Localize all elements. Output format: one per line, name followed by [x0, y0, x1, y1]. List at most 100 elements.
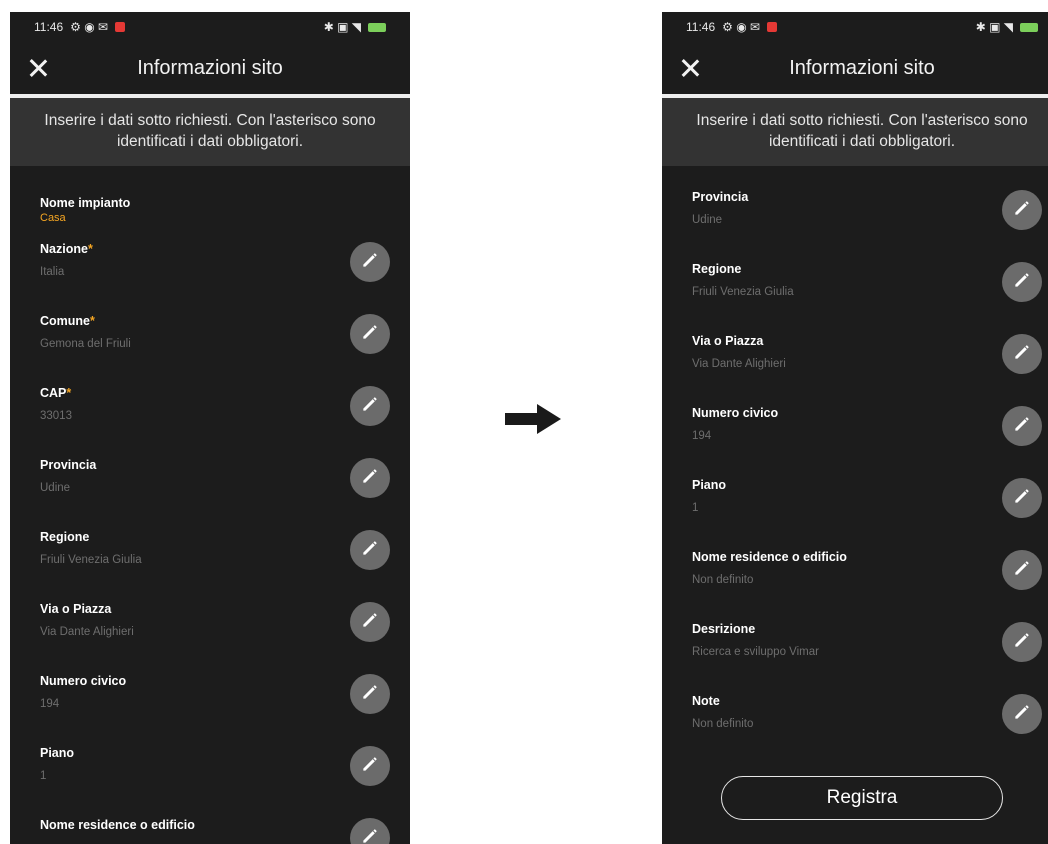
- field-label: Desrizione: [692, 622, 755, 636]
- field-label-text: Regione: [692, 262, 742, 276]
- form-row: Nome residence o edificio Non definito: [692, 544, 1048, 616]
- edit-button[interactable]: [350, 458, 390, 498]
- field-value: Non definito: [692, 574, 754, 586]
- form-row: CAP* 33013: [40, 380, 410, 452]
- field-label-text: Nome residence o edificio: [692, 550, 847, 564]
- field-label: Nazione*: [40, 242, 93, 256]
- field-list: Provincia Udine Regione Friuli Venezia Giul…: [662, 166, 1048, 760]
- form-row: Nome residence o edificio: [40, 812, 410, 844]
- form-row: Regione Friuli Venezia Giulia: [40, 524, 410, 596]
- edit-button[interactable]: [350, 314, 390, 354]
- field-value: Casa: [40, 212, 66, 224]
- status-right-icons: ✱ ▣ ◥: [323, 20, 361, 34]
- status-time: 11:46: [34, 20, 64, 34]
- field-label: Via o Piazza: [692, 334, 763, 348]
- field-label-text: Nome residence o edificio: [40, 818, 195, 832]
- field-value: Non definito: [692, 718, 754, 730]
- field-label-text: Nazione: [40, 242, 88, 256]
- edit-button[interactable]: [1002, 694, 1042, 734]
- page-title: Informazioni sito: [789, 56, 935, 79]
- field-label-text: Note: [692, 694, 720, 708]
- field-label-text: Comune: [40, 314, 90, 328]
- pencil-icon: [360, 394, 380, 419]
- form-row: Provincia Udine: [692, 184, 1048, 256]
- pencil-icon: [360, 250, 380, 275]
- edit-button[interactable]: [1002, 622, 1042, 662]
- field-value: Ricerca e sviluppo Vimar: [692, 646, 819, 658]
- status-left-icons: ⚙ ◉ ✉: [70, 20, 109, 34]
- pencil-icon: [360, 610, 380, 635]
- field-value: 1: [40, 770, 47, 782]
- pencil-icon: [360, 682, 380, 707]
- pencil-icon: [1012, 486, 1032, 511]
- status-time: 11:46: [686, 20, 716, 34]
- edit-button[interactable]: [1002, 478, 1042, 518]
- app-bar: Informazioni sito: [10, 42, 410, 98]
- form-row: Nazione* Italia: [40, 236, 410, 308]
- pencil-icon: [1012, 414, 1032, 439]
- edit-button[interactable]: [350, 674, 390, 714]
- field-value: Italia: [40, 266, 65, 278]
- site-name-row: Nome impianto Casa: [40, 190, 410, 236]
- form-row: Provincia Udine: [40, 452, 410, 524]
- edit-button[interactable]: [350, 602, 390, 642]
- edit-button[interactable]: [350, 242, 390, 282]
- edit-button[interactable]: [1002, 334, 1042, 374]
- edit-button[interactable]: [350, 818, 390, 844]
- field-label: Note: [692, 694, 720, 708]
- field-label-text: Provincia: [692, 190, 749, 204]
- pencil-icon: [360, 466, 380, 491]
- edit-button[interactable]: [1002, 406, 1042, 446]
- field-label: Piano: [40, 746, 74, 760]
- field-label: CAP*: [40, 386, 71, 400]
- edit-button[interactable]: [350, 746, 390, 786]
- field-label: Nome residence o edificio: [692, 550, 847, 564]
- field-label: Provincia: [40, 458, 96, 472]
- status-right-icons: ✱ ▣ ◥: [975, 20, 1013, 34]
- field-label: Piano: [692, 478, 726, 492]
- field-label: Nome residence o edificio: [40, 818, 195, 832]
- edit-button[interactable]: [350, 386, 390, 426]
- app-bar: Informazioni sito: [662, 42, 1048, 98]
- field-label: Via o Piazza: [40, 602, 111, 616]
- field-label: Numero civico: [692, 406, 778, 420]
- field-label: Comune*: [40, 314, 95, 328]
- field-label: Regione: [692, 262, 741, 276]
- edit-button[interactable]: [1002, 550, 1042, 590]
- form-row: Comune* Gemona del Friuli: [40, 308, 410, 380]
- pencil-icon: [1012, 558, 1032, 583]
- page-title: Informazioni sito: [137, 56, 283, 79]
- form-row: Numero civico 194: [40, 668, 410, 740]
- form-row: Desrizione Ricerca e sviluppo Vimar: [692, 616, 1048, 688]
- status-bar: 11:46 ⚙ ◉ ✉ ✱ ▣ ◥: [662, 12, 1048, 42]
- edit-button[interactable]: [1002, 190, 1042, 230]
- phone-screen-right: 11:46 ⚙ ◉ ✉ ✱ ▣ ◥ Informazioni sito Inse…: [662, 12, 1048, 844]
- close-icon[interactable]: [678, 56, 702, 80]
- field-label-text: Numero civico: [692, 406, 779, 420]
- field-label-text: CAP: [40, 386, 67, 400]
- form-row: Numero civico 194: [692, 400, 1048, 472]
- required-asterisk: *: [66, 386, 72, 400]
- form-row: Via o Piazza Via Dante Alighieri: [40, 596, 410, 668]
- pencil-icon: [360, 538, 380, 563]
- edit-button[interactable]: [350, 530, 390, 570]
- field-value: 1: [692, 502, 699, 514]
- edit-button[interactable]: [1002, 262, 1042, 302]
- battery-icon: [368, 22, 386, 32]
- close-icon[interactable]: [26, 56, 50, 80]
- field-label-text: Piano: [692, 478, 727, 492]
- field-value: Gemona del Friuli: [40, 338, 131, 350]
- register-button[interactable]: Registra: [721, 776, 1003, 820]
- pencil-icon: [360, 754, 380, 779]
- field-label-text: Via o Piazza: [692, 334, 764, 348]
- form-row: Via o Piazza Via Dante Alighieri: [692, 328, 1048, 400]
- phone-screen-left: 11:46 ⚙ ◉ ✉ ✱ ▣ ◥ Informazioni sito Inse…: [10, 12, 410, 844]
- field-value: 33013: [40, 410, 72, 422]
- required-asterisk: *: [90, 314, 95, 328]
- status-bar: 11:46 ⚙ ◉ ✉ ✱ ▣ ◥: [10, 12, 410, 42]
- field-value: Udine: [692, 214, 723, 226]
- battery-icon: [1020, 22, 1038, 32]
- pencil-icon: [1012, 702, 1032, 727]
- field-label: Provincia: [692, 190, 748, 204]
- info-banner: Inserire i dati sotto richiesti. Con l'a…: [10, 98, 410, 166]
